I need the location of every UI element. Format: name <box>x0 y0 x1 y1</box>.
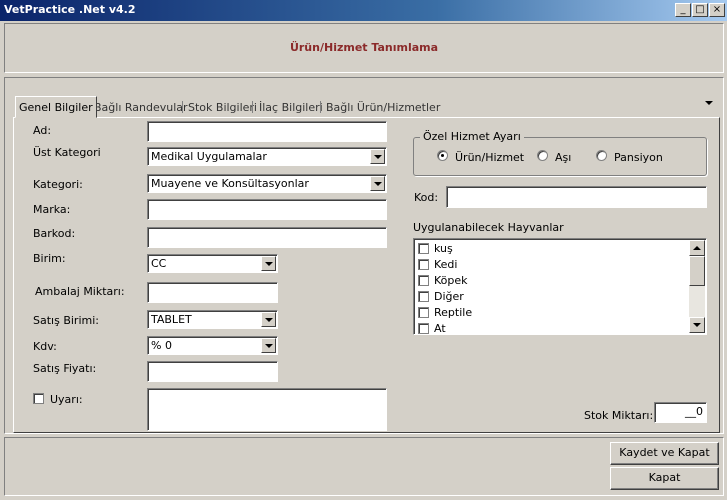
uyari-checkbox[interactable] <box>33 393 44 404</box>
kdv-value: % 0 <box>151 339 172 352</box>
barkod-input[interactable] <box>147 227 387 248</box>
tab-separator <box>320 101 321 113</box>
chevron-down-icon[interactable] <box>261 256 276 271</box>
checkbox[interactable] <box>418 307 429 318</box>
kod-label: Kod: <box>414 191 439 204</box>
stok-input[interactable]: __0 <box>654 402 707 423</box>
kategori-label: Kategori: <box>33 178 83 191</box>
checkbox[interactable] <box>418 243 429 254</box>
kategori-value: Muayene ve Konsültasyonlar <box>151 177 309 190</box>
hayvanlar-label: Uygulanabilecek Hayvanlar <box>413 221 564 234</box>
radio-pansiyon[interactable] <box>596 150 607 161</box>
tab-separator <box>252 101 253 113</box>
window-title: VetPractice .Net v4.2 <box>4 3 136 16</box>
ad-label: Ad: <box>33 124 52 137</box>
kdv-select[interactable]: % 0 <box>147 336 278 355</box>
satis-fiyati-input[interactable] <box>147 361 278 382</box>
uyari-label: Uyarı: <box>50 393 83 406</box>
birim-label: Birim: <box>33 252 66 265</box>
radio-asi[interactable] <box>537 150 548 161</box>
save-close-button[interactable]: Kaydet ve Kapat <box>610 442 719 465</box>
checkbox[interactable] <box>418 323 429 334</box>
marka-input[interactable] <box>147 199 387 220</box>
list-item-label: At <box>434 322 446 335</box>
ozel-hizmet-label: Özel Hizmet Ayarı <box>420 130 524 143</box>
radio-pansiyon-label: Pansiyon <box>614 151 663 164</box>
marka-label: Marka: <box>33 203 71 216</box>
stok-label: Stok Miktarı: <box>584 409 654 422</box>
satis-fiyati-label: Satış Fiyatı: <box>33 362 97 375</box>
scroll-down-icon[interactable] <box>689 317 705 333</box>
tab-genel-bilgiler[interactable]: Genel Bilgiler <box>15 96 97 118</box>
checkbox[interactable] <box>418 275 429 286</box>
list-item-label: Kedi <box>434 258 458 271</box>
ust-kategori-value: Medikal Uygulamalar <box>151 150 267 163</box>
chevron-down-icon[interactable] <box>261 338 276 353</box>
satis-birimi-select[interactable]: TABLET <box>147 310 278 329</box>
kategori-select[interactable]: Muayene ve Konsültasyonlar <box>147 174 387 193</box>
tab-bagli-urun-hizmetler[interactable]: Bağlı Ürün/Hizmetler <box>326 97 440 117</box>
header-panel: Ürün/Hizmet Tanımlama <box>4 23 724 73</box>
list-item-label: Köpek <box>434 274 468 287</box>
kod-input[interactable] <box>446 186 707 208</box>
scroll-thumb[interactable] <box>689 256 705 286</box>
chevron-down-icon[interactable] <box>370 149 385 164</box>
ad-input[interactable] <box>147 121 387 142</box>
close-window-button[interactable]: × <box>709 3 725 17</box>
kdv-label: Kdv: <box>33 340 57 353</box>
uyari-textarea[interactable] <box>147 388 387 431</box>
hayvanlar-checklist[interactable]: kuş Kedi Köpek Diğer Reptile At <box>413 238 707 335</box>
tab-overflow-icon[interactable] <box>705 101 713 105</box>
list-item-label: Reptile <box>434 306 473 319</box>
ust-kategori-label: Üst Kategori <box>33 146 101 159</box>
radio-urun-hizmet[interactable] <box>437 150 448 161</box>
maximize-button[interactable]: □ <box>692 3 708 17</box>
ambalaj-label: Ambalaj Miktarı: <box>35 285 125 298</box>
ust-kategori-select[interactable]: Medikal Uygulamalar <box>147 147 387 166</box>
ambalaj-input[interactable] <box>147 282 278 303</box>
tab-bagli-randevular[interactable]: Bağlı Randevular <box>94 97 188 117</box>
title-bar: VetPractice .Net v4.2 _ □ × <box>0 0 727 21</box>
chevron-down-icon[interactable] <box>370 176 385 191</box>
minimize-button[interactable]: _ <box>675 3 691 17</box>
list-item-label: kuş <box>434 242 453 255</box>
birim-select[interactable]: CC <box>147 254 278 273</box>
chevron-down-icon[interactable] <box>261 312 276 327</box>
scroll-up-icon[interactable] <box>689 240 705 256</box>
close-button[interactable]: Kapat <box>610 467 719 490</box>
checkbox[interactable] <box>418 291 429 302</box>
tab-ilac-bilgileri[interactable]: İlaç Bilgileri <box>259 97 323 117</box>
tab-separator <box>182 101 183 113</box>
checkbox[interactable] <box>418 259 429 270</box>
tab-stok-bilgileri[interactable]: Stok Bilgileri <box>188 97 257 117</box>
barkod-label: Barkod: <box>33 227 76 240</box>
list-item-label: Diğer <box>434 290 464 303</box>
radio-asi-label: Aşı <box>555 151 572 164</box>
satis-birimi-value: TABLET <box>151 313 192 326</box>
radio-urun-hizmet-label: Ürün/Hizmet <box>455 151 525 164</box>
birim-value: CC <box>151 257 167 270</box>
page-title: Ürün/Hizmet Tanımlama <box>289 41 439 54</box>
satis-birimi-label: Satış Birimi: <box>33 314 99 327</box>
scrollbar[interactable] <box>689 240 705 333</box>
